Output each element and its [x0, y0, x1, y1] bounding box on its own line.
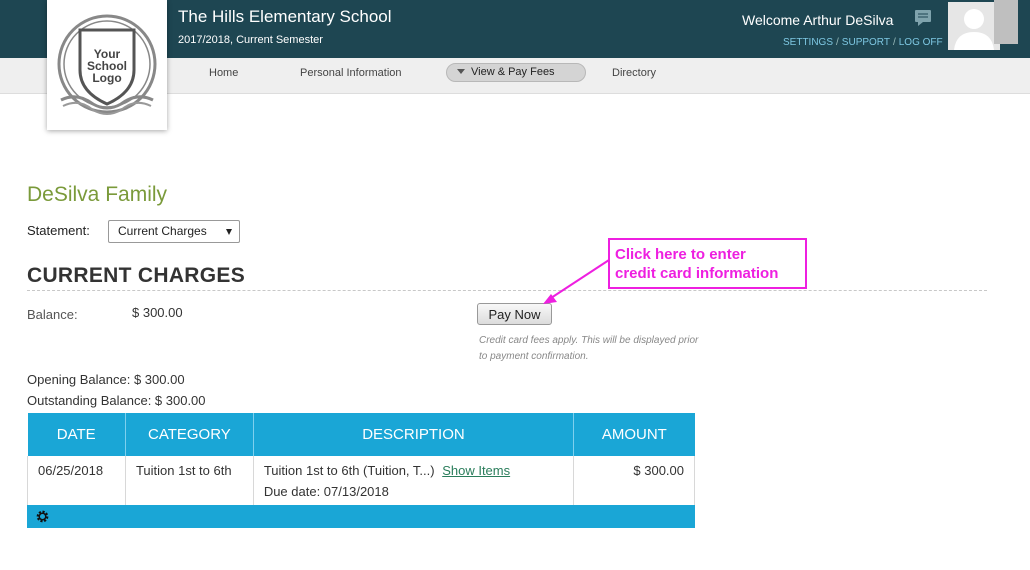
statement-select[interactable]: Current Charges: [108, 220, 240, 243]
school-logo-graphic: Your School Logo: [57, 14, 157, 115]
table-header-row: DATE CATEGORY DESCRIPTION AMOUNT: [27, 413, 695, 456]
callout-annotation: Click here to enter credit card informat…: [608, 238, 807, 289]
show-items-link[interactable]: Show Items: [442, 463, 510, 478]
balance-value: $ 300.00: [132, 305, 183, 320]
section-title: CURRENT CHARGES: [27, 264, 246, 287]
avatar-icon[interactable]: [948, 2, 1000, 50]
fee-note: Credit card fees apply. This will be dis…: [479, 335, 699, 362]
support-link[interactable]: SUPPORT: [842, 37, 890, 48]
statement-selected-value: Current Charges: [118, 224, 207, 238]
logo-line-3: Logo: [92, 71, 121, 85]
callout-line-2: credit card information: [615, 265, 779, 282]
cell-category: Tuition 1st to 6th: [125, 456, 254, 507]
top-links: SETTINGS / SUPPORT / LOG OFF: [783, 37, 943, 48]
column-header-category[interactable]: CATEGORY: [125, 413, 254, 456]
fees-table: DATE CATEGORY DESCRIPTION AMOUNT 06/25/2…: [27, 413, 695, 507]
column-header-description[interactable]: DESCRIPTION: [253, 413, 575, 456]
opening-balance: Opening Balance: $ 300.00: [27, 372, 185, 387]
dropdown-caret-icon: [457, 69, 465, 74]
corner-tab: [994, 0, 1018, 44]
cell-amount: $ 300.00: [573, 456, 695, 507]
statement-label: Statement:: [27, 223, 90, 238]
logoff-link[interactable]: LOG OFF: [899, 37, 943, 48]
settings-link[interactable]: SETTINGS: [783, 37, 833, 48]
outstanding-balance: Outstanding Balance: $ 300.00: [27, 393, 206, 408]
column-header-date[interactable]: DATE: [27, 413, 126, 456]
welcome-text: Welcome Arthur DeSilva: [742, 12, 894, 28]
callout-line-1: Click here to enter: [615, 246, 746, 263]
nav-view-pay-fees-label: View & Pay Fees: [471, 66, 555, 78]
nav-view-pay-fees[interactable]: View & Pay Fees: [446, 63, 586, 82]
arrow-icon: [543, 259, 610, 304]
chevron-down-icon: [226, 229, 232, 235]
column-header-amount[interactable]: AMOUNT: [573, 413, 695, 456]
gear-icon[interactable]: [35, 509, 50, 524]
nav-home[interactable]: Home: [209, 67, 238, 79]
message-icon[interactable]: [914, 9, 932, 27]
table-row: 06/25/2018 Tuition 1st to 6th Tuition 1s…: [27, 456, 695, 507]
description-text: Tuition 1st to 6th (Tuition, T...): [263, 463, 435, 478]
table-footer: [27, 505, 695, 528]
nav-directory[interactable]: Directory: [612, 67, 656, 79]
school-logo[interactable]: Your School Logo: [47, 0, 167, 130]
balance-label: Balance:: [27, 307, 78, 322]
family-name: DeSilva Family: [27, 183, 168, 206]
due-date: Due date: 07/13/2018: [263, 484, 389, 499]
nav-personal-information[interactable]: Personal Information: [300, 67, 402, 79]
school-name: The Hills Elementary School: [178, 7, 392, 26]
divider: [27, 290, 987, 291]
cell-date: 06/25/2018: [27, 456, 126, 507]
school-term: 2017/2018, Current Semester: [178, 34, 323, 46]
cell-description: Tuition 1st to 6th (Tuition, T...) Show …: [253, 456, 575, 507]
